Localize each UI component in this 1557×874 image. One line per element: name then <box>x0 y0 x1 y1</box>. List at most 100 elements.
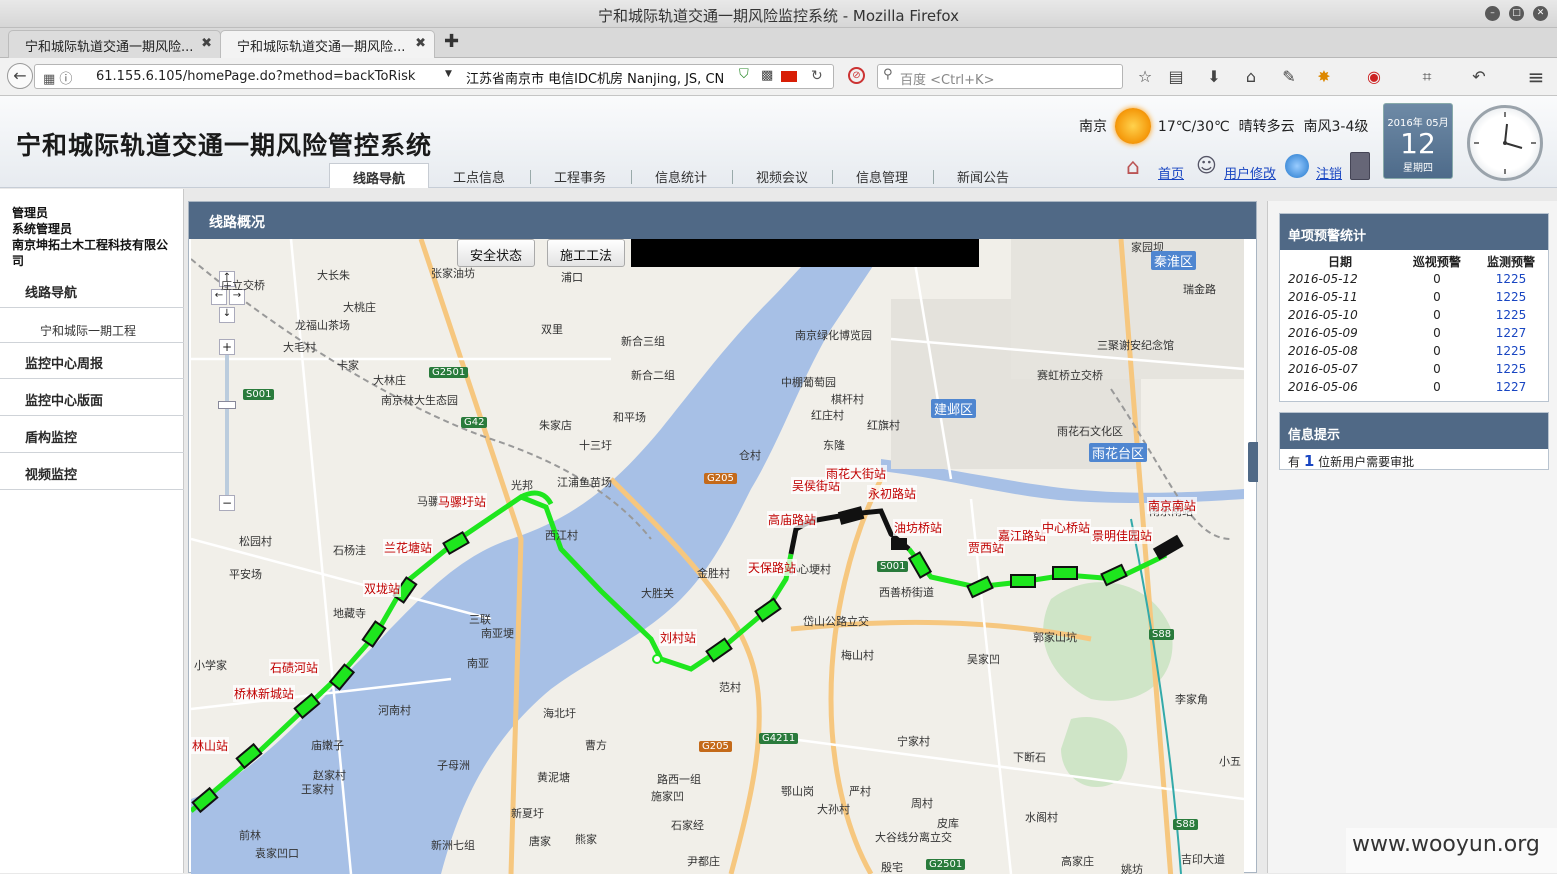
column-header: 巡视预警 <box>1412 254 1461 269</box>
calculator-icon[interactable] <box>1350 152 1370 180</box>
zoom-slider-handle[interactable] <box>218 401 236 409</box>
station-label[interactable]: 天保路站 <box>747 559 798 576</box>
close-tab-icon[interactable]: ✖ <box>201 36 212 51</box>
station-label[interactable]: 中心桥站 <box>1041 519 1092 536</box>
sidebar-item-video-monitor[interactable]: 视频监控 <box>0 454 184 490</box>
download-icon[interactable]: ⬇ <box>1203 66 1225 88</box>
station-label[interactable]: 刘村站 <box>659 629 698 646</box>
globe-icon[interactable] <box>1285 154 1309 178</box>
place-label: 新洲七组 <box>431 839 475 852</box>
warn-monitor-link[interactable]: 1225 <box>1474 342 1548 360</box>
close-window-button[interactable]: ✕ <box>1533 6 1548 21</box>
place-label: 李家角 <box>1175 693 1208 706</box>
warn-patrol: 0 <box>1433 380 1441 394</box>
menu-tab-statistics[interactable]: 信息统计 <box>631 167 731 188</box>
pin-icon[interactable]: ✎ <box>1278 66 1300 88</box>
station-label[interactable]: 景明佳园站 <box>1091 527 1154 544</box>
menu-tab-news[interactable]: 新闻公告 <box>933 167 1033 188</box>
place-label: 南亚 <box>467 657 489 670</box>
home-icon[interactable]: ⌂ <box>1126 155 1140 180</box>
highway-shield: G2501 <box>926 859 966 870</box>
safety-status-button[interactable]: 安全状态 <box>457 239 536 267</box>
crop-icon[interactable]: ⌗ <box>1416 66 1438 88</box>
site-identity-icon[interactable]: ▦ ⓘ <box>43 68 72 87</box>
reading-list-icon[interactable]: ▤ <box>1165 66 1187 88</box>
place-label: 红庄村 <box>811 409 844 422</box>
menu-tab-engineering[interactable]: 工程事务 <box>530 167 630 188</box>
back-icon[interactable]: ← <box>7 63 33 89</box>
station-label[interactable]: 林山站 <box>191 737 230 754</box>
menu-tab-info-manage[interactable]: 信息管理 <box>832 167 932 188</box>
warn-patrol: 0 <box>1433 326 1441 340</box>
browser-tab[interactable]: 宁和城际轨道交通一期风险... ✖ <box>8 30 221 58</box>
addon-red-icon[interactable]: ◉ <box>1363 66 1385 88</box>
warn-date: 2016-05-11 <box>1288 290 1358 304</box>
reload-icon[interactable]: ↻ <box>811 68 823 84</box>
place-label: 水阁村 <box>1025 811 1058 824</box>
station-label[interactable]: 雨花大街站 <box>825 465 888 482</box>
menu-tab-route-nav[interactable]: 线路导航 <box>329 163 429 188</box>
station-label[interactable]: 高庙路站 <box>767 511 818 528</box>
warn-monitor-link[interactable]: 1225 <box>1474 270 1548 288</box>
place-label: 殷宅 <box>881 861 903 874</box>
sidebar-item-shield-monitor[interactable]: 盾构监控 <box>0 417 184 453</box>
warn-monitor-link[interactable]: 1225 <box>1474 288 1548 306</box>
place-label: 曹方 <box>585 739 607 752</box>
window-titlebar: 宁和城际轨道交通一期风险监控系统 - Mozilla Firefox – □ ✕ <box>0 0 1557 28</box>
url-bar[interactable]: ▦ ⓘ 61.155.6.105/homePage.do?method=back… <box>34 64 834 89</box>
construction-method-button[interactable]: 施工工法 <box>547 239 626 267</box>
warn-monitor-link[interactable]: 1225 <box>1474 360 1548 378</box>
station-label[interactable]: 双垅站 <box>363 580 402 597</box>
place-label: 吉印大道 <box>1181 853 1225 866</box>
undo-icon[interactable]: ↶ <box>1468 66 1490 88</box>
qr-icon[interactable]: ▩ <box>761 68 773 83</box>
logout-link[interactable]: 注销 <box>1316 163 1342 182</box>
place-label: 金胜村 <box>697 567 730 580</box>
station-label[interactable]: 南京南站 <box>1147 497 1198 514</box>
tab-label: 宁和城际轨道交通一期风险... <box>237 40 406 55</box>
station-label[interactable]: 马骡圩站 <box>437 493 488 510</box>
close-tab-icon[interactable]: ✖ <box>415 36 426 51</box>
zoom-slider-track[interactable] <box>225 355 229 495</box>
browser-tab-active[interactable]: 宁和城际轨道交通一期风险... ✖ <box>220 30 435 59</box>
new-user-count-link[interactable]: 1 <box>1304 452 1314 470</box>
place-label: 大毛村 <box>283 341 316 354</box>
place-label: 新夏圩 <box>511 807 544 820</box>
user-edit-link[interactable]: 用户修改 <box>1224 163 1276 182</box>
station-label[interactable]: 油坊桥站 <box>893 519 944 536</box>
zoom-in-button[interactable]: + <box>219 339 235 355</box>
block-icon[interactable]: ⊘ <box>848 67 865 84</box>
sidebar-subitem-project[interactable]: 宁和城际一期工程 <box>40 322 136 339</box>
menu-icon[interactable]: ≡ <box>1525 66 1547 88</box>
search-input[interactable]: ⚲ 百度 <Ctrl+K> <box>877 64 1123 89</box>
route-map[interactable]: ↑ ← → ↓ + − 安全状态 施工工法 庄立交桥 大长朱 张家油坊 浦口 大… <box>191 239 1244 874</box>
menu-tab-site-info[interactable]: 工点信息 <box>429 167 529 188</box>
pan-down-icon[interactable]: ↓ <box>219 307 235 323</box>
minimize-button[interactable]: – <box>1485 6 1500 21</box>
warn-monitor-link[interactable]: 1225 <box>1474 306 1548 324</box>
station-label[interactable]: 永初路站 <box>867 485 918 502</box>
table-row: 2016-05-07 0 1225 <box>1280 360 1548 378</box>
zoom-out-button[interactable]: − <box>219 495 235 511</box>
home-icon[interactable]: ⌂ <box>1240 66 1262 88</box>
station-label[interactable]: 桥林新城站 <box>233 685 296 702</box>
new-tab-icon[interactable]: ✚ <box>444 31 459 52</box>
menu-tab-video-meeting[interactable]: 视频会议 <box>732 167 832 188</box>
district-label: 秦淮区 <box>1151 251 1197 270</box>
maximize-button[interactable]: □ <box>1509 6 1524 21</box>
station-label[interactable]: 兰花塘站 <box>383 539 434 556</box>
dropdown-arrow-icon[interactable]: ▼ <box>445 69 452 79</box>
user-icon[interactable]: ☺ <box>1196 153 1217 177</box>
collapse-handle[interactable] <box>1248 442 1258 482</box>
addon-icon[interactable]: ✸ <box>1313 66 1335 88</box>
warn-monitor-link[interactable]: 1227 <box>1474 378 1548 396</box>
station-label[interactable]: 石碛河站 <box>269 659 320 676</box>
place-label: 路西一组 <box>657 773 701 786</box>
warn-monitor-link[interactable]: 1227 <box>1474 324 1548 342</box>
station-label[interactable]: 嘉江路站 <box>997 527 1048 544</box>
home-link[interactable]: 首页 <box>1158 163 1184 182</box>
sidebar-item-weekly-report[interactable]: 监控中心周报 <box>0 343 184 379</box>
sidebar-item-layout[interactable]: 监控中心版面 <box>0 380 184 416</box>
bookmark-star-icon[interactable]: ☆ <box>1134 66 1156 88</box>
sidebar-item-route-nav[interactable]: 线路导航 <box>0 272 184 308</box>
